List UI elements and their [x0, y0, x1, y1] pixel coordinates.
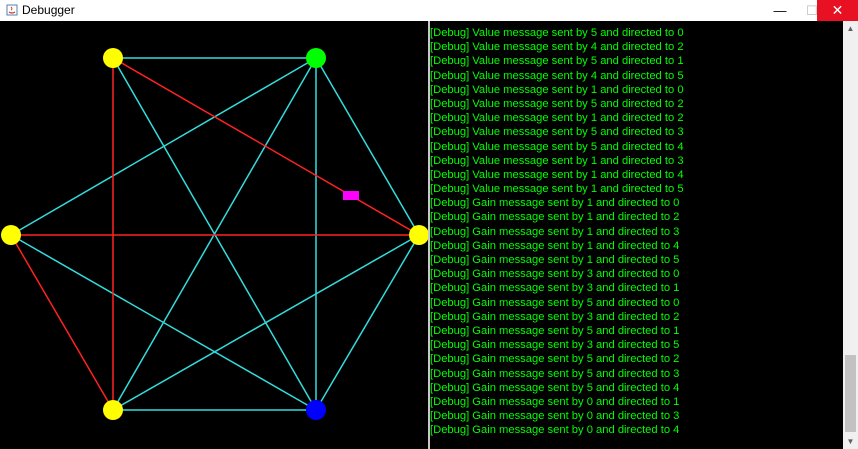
console-line: [Debug] Gain message sent by 3 and direc… [430, 310, 680, 323]
edge [315, 234, 420, 411]
console-line: [Debug] Gain message sent by 5 and direc… [430, 381, 680, 394]
console-line: [Debug] Gain message sent by 1 and direc… [430, 225, 680, 238]
console-line: [Debug] Value message sent by 4 and dire… [430, 41, 684, 54]
console-line: [Debug] Gain message sent by 0 and direc… [430, 424, 680, 437]
node-bottom-right[interactable] [306, 400, 326, 420]
edge [10, 234, 317, 411]
edge [315, 57, 420, 236]
console-line: [Debug] Gain message sent by 5 and direc… [430, 296, 680, 309]
edge [112, 234, 420, 411]
console-line: [Debug] Value message sent by 5 and dire… [430, 126, 684, 139]
node-bottom-left[interactable] [103, 400, 123, 420]
edge-highlight [10, 234, 114, 411]
title-bar: Debugger — ☐ ✕ [0, 0, 858, 21]
console-line: [Debug] Value message sent by 1 and dire… [430, 83, 684, 96]
edge-highlight [112, 57, 420, 236]
console-line: [Debug] Gain message sent by 5 and direc… [430, 353, 680, 366]
console-line: [Debug] Gain message sent by 3 and direc… [430, 282, 680, 295]
edge [10, 57, 317, 236]
java-app-icon [6, 4, 18, 16]
console-line: [Debug] Value message sent by 1 and dire… [430, 154, 684, 167]
scroll-thumb[interactable] [845, 355, 856, 432]
debug-console: [Debug] Value message sent by 5 and dire… [430, 21, 843, 449]
console-line: [Debug] Value message sent by 5 and dire… [430, 140, 684, 153]
node-right[interactable] [409, 225, 428, 245]
console-line: [Debug] Gain message sent by 3 and direc… [430, 339, 680, 352]
console-line: [Debug] Gain message sent by 1 and direc… [430, 254, 680, 266]
graph-canvas[interactable] [0, 21, 428, 449]
console-line: [Debug] Value message sent by 5 and dire… [430, 55, 684, 68]
scroll-down-icon[interactable]: ▼ [843, 434, 858, 449]
console-line: [Debug] Gain message sent by 0 and direc… [430, 395, 680, 408]
console-line: [Debug] Gain message sent by 1 and direc… [430, 197, 680, 210]
node-top-left[interactable] [103, 48, 123, 68]
window-title: Debugger [22, 3, 75, 17]
vertical-scrollbar[interactable]: ▲ ▼ [843, 21, 858, 449]
console-line: [Debug] Gain message sent by 1 and direc… [430, 211, 680, 224]
console-line: [Debug] Value message sent by 5 and dire… [430, 97, 684, 110]
console-line: [Debug] Value message sent by 5 and dire… [430, 27, 684, 39]
console-line: [Debug] Gain message sent by 5 and direc… [430, 367, 680, 380]
console-line: [Debug] Gain message sent by 0 and direc… [430, 410, 680, 423]
scroll-up-icon[interactable]: ▲ [843, 21, 858, 36]
message-packet [343, 191, 359, 200]
console-line: [Debug] Value message sent by 1 and dire… [430, 168, 684, 181]
console-line: [Debug] Value message sent by 1 and dire… [430, 183, 684, 196]
close-button[interactable]: ✕ [817, 0, 858, 21]
console-line: [Debug] Gain message sent by 3 and direc… [430, 268, 680, 281]
console-line: [Debug] Value message sent by 4 and dire… [430, 69, 684, 82]
node-left[interactable] [1, 225, 21, 245]
console-line: [Debug] Value message sent by 1 and dire… [430, 112, 684, 125]
node-top-right[interactable] [306, 48, 326, 68]
network-graph [1, 48, 428, 420]
console-lines: [Debug] Value message sent by 5 and dire… [430, 26, 684, 437]
console-line: [Debug] Gain message sent by 5 and direc… [430, 324, 680, 337]
console-line: [Debug] Gain message sent by 1 and direc… [430, 239, 680, 252]
